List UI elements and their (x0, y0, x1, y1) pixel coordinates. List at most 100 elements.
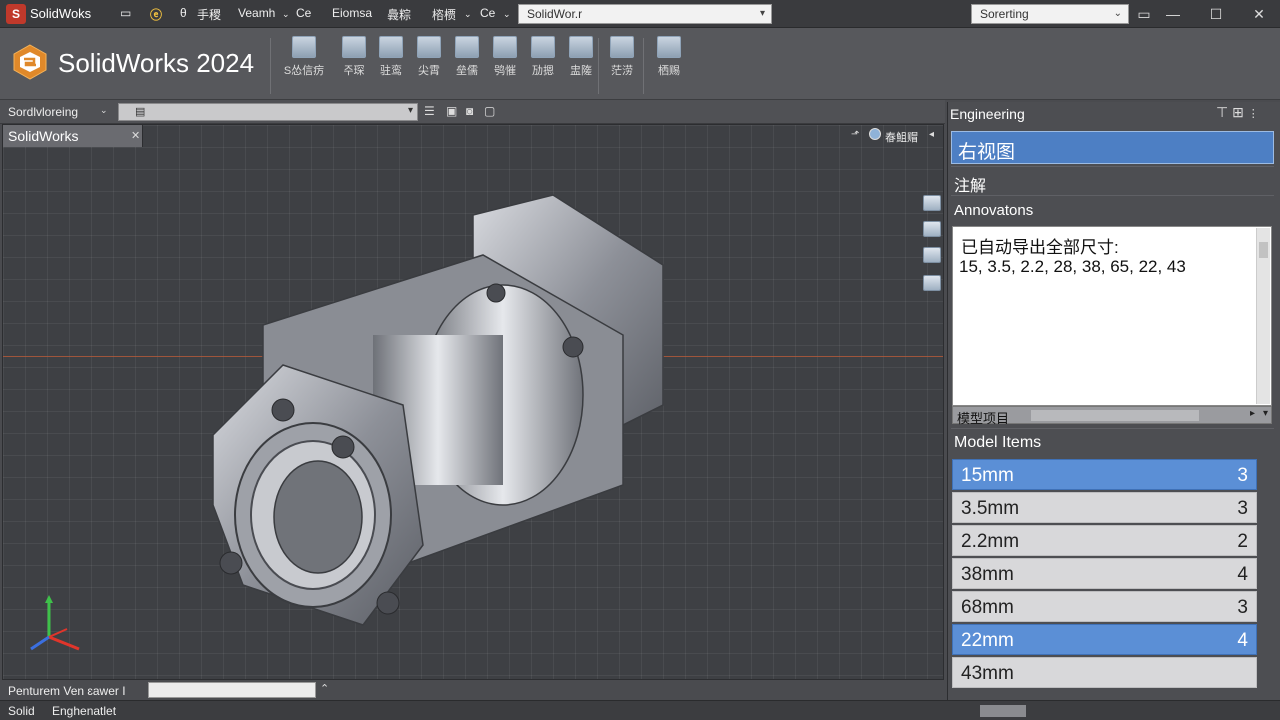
property-panel: Engineering ⊤ ⊞ ⋮ 右视图 注解 Annovatons 已自动导… (947, 102, 1280, 700)
ribbon-button-label: S怂信疠 (283, 65, 325, 77)
options-icon (657, 36, 681, 58)
chevron-down-icon[interactable]: ⌄ (464, 9, 472, 20)
3d-viewport[interactable]: SolidWorks ✕ ⬏ 㫪䱉赗 ◂ (2, 124, 944, 680)
house-icon[interactable] (923, 195, 941, 211)
ribbon-button-5[interactable]: 垒儒 (450, 36, 484, 84)
chevron-right-icon[interactable]: ▸ (1250, 408, 1255, 419)
dock-icon[interactable]: ⊤ (1216, 104, 1228, 120)
ribbon-button-3[interactable]: 驻鸾 (374, 36, 408, 84)
model-items-label-zh: 模型项目 (957, 411, 1010, 426)
panel-header-icons: ⊤ ⊞ ⋮ (1216, 104, 1259, 121)
secondary-toolbar-label: Sordlvloreing (8, 105, 79, 119)
grid-icon[interactable]: ⊞ (1232, 104, 1244, 120)
model-item-row[interactable]: 22mm 4 (952, 624, 1257, 655)
panel-title: Engineering (950, 106, 1025, 122)
model-item-row[interactable]: 38mm 4 (952, 558, 1257, 589)
close-icon[interactable]: ✕ (1250, 5, 1268, 23)
menu-item-3[interactable]: Veamh (238, 6, 275, 20)
frame-icon[interactable]: ▢ (484, 104, 495, 118)
model-item-row[interactable]: 43mm (952, 657, 1257, 688)
minimize-icon[interactable]: — (1164, 5, 1182, 23)
grid-view-icon[interactable] (923, 221, 941, 237)
model-item-row[interactable]: 3.5mm 3 (952, 492, 1257, 523)
display-style-icon[interactable] (923, 275, 941, 291)
menu-item-5[interactable]: Eiomsa (332, 6, 372, 20)
layer-icon (610, 36, 634, 58)
ribbon-button-1[interactable]: S怂信疠 (284, 36, 324, 84)
status-indicator (980, 705, 1026, 717)
selected-view[interactable]: 右视图 (951, 131, 1274, 164)
chevron-up-icon[interactable]: ⌃ (320, 682, 329, 695)
sketch-icon (342, 36, 366, 58)
chevron-down-icon[interactable]: ⌄ (100, 105, 108, 116)
chevron-down-icon[interactable]: ⌄ (282, 9, 290, 20)
ribbon-button-4[interactable]: 尖霄 (412, 36, 446, 84)
chevron-down-icon: ▾ (407, 105, 413, 116)
secondary-combo[interactable]: ▤ ▾ (118, 103, 418, 121)
ribbon-button-6[interactable]: 鸮慛 (488, 36, 522, 84)
app-name: SolidWoks (30, 6, 92, 21)
scrollbar-thumb[interactable] (1031, 410, 1199, 421)
scrollbar-thumb[interactable] (1259, 242, 1268, 258)
axis-triad-icon (30, 595, 80, 651)
ribbon-button-9[interactable]: 茫涝 (605, 36, 639, 84)
chevron-icon[interactable]: ◂ (929, 129, 934, 140)
vertical-scrollbar[interactable] (1256, 228, 1270, 404)
title-bar: S SolidWoks ▭ ⓔ θ 手稷 Veamh ⌄ Ce Eiomsa 䳗… (0, 0, 1280, 28)
window-icon[interactable]: ▭ (120, 6, 131, 20)
document-combo[interactable]: SolidWor.r ▾ (518, 4, 772, 24)
maximize-icon[interactable]: ☐ (1207, 5, 1225, 23)
view-orientation-icon[interactable] (869, 128, 881, 140)
chevron-down-icon[interactable]: ▾ (1263, 408, 1268, 419)
solidworks-logo-icon (13, 44, 47, 80)
chevron-down-icon: ▾ (759, 8, 765, 19)
globe-icon[interactable]: ⓔ (150, 6, 162, 23)
ribbon-button-10[interactable]: 栖赐 (652, 36, 686, 84)
cross-icon (569, 36, 593, 58)
menu-item-2[interactable]: 手稷 (197, 6, 221, 23)
menu-item-7[interactable]: 㮞槚 (432, 6, 456, 23)
ribbon-separator (270, 38, 271, 94)
more-icon[interactable]: ⋮ (1248, 108, 1259, 120)
export-textbox[interactable]: 已自动导出全部尺寸: 15, 3.5, 2.2, 28, 38, 65, 22,… (952, 226, 1272, 406)
menu-item-4[interactable]: Ce (296, 6, 311, 20)
grid-icon[interactable]: ☰ (424, 104, 435, 118)
pin-icon[interactable]: ⬏ (851, 129, 859, 140)
model-items-heading: Model Items (954, 434, 1042, 451)
horizontal-scrollbar[interactable]: 模型项目 ▸ ▾ (952, 406, 1272, 426)
close-icon[interactable]: ✕ (131, 129, 140, 142)
annotations-heading: Annovatons (954, 202, 1034, 219)
list-icon: ▤ (135, 106, 146, 118)
divider (951, 428, 1274, 429)
ribbon-button-2[interactable]: 주琛 (337, 36, 371, 84)
model-item-count: 4 (1237, 630, 1248, 651)
command-bar: Penturem Ven ɛawer I ⌃ (0, 680, 945, 700)
ribbon-button-7[interactable]: 劢摁 (526, 36, 560, 84)
menu-item-1[interactable]: θ (180, 6, 187, 20)
section-view-icon[interactable] (923, 247, 941, 263)
divider (951, 195, 1274, 196)
menu-item-8[interactable]: Ce (480, 6, 495, 20)
restore-window-icon[interactable]: ▭ (1135, 5, 1153, 23)
brand-title: SolidWorks 2024 (58, 48, 255, 78)
save-icon[interactable]: ▣ (446, 104, 457, 118)
chevron-down-icon[interactable]: ⌄ (503, 9, 511, 20)
model-item-row[interactable]: 68mm 3 (952, 591, 1257, 622)
export-line-1: 已自动导出全部尺寸: (961, 238, 1119, 257)
viewport-tab[interactable]: SolidWorks ✕ (3, 125, 143, 147)
model-item-row[interactable]: 2.2mm 2 (952, 525, 1257, 556)
sort-combo[interactable]: Sorerting ⌄ (971, 4, 1129, 24)
model-item-row[interactable]: 15mm 3 (952, 459, 1257, 490)
print-icon[interactable]: ◙ (466, 104, 473, 118)
3d-model-part[interactable] (203, 185, 683, 645)
chevron-down-icon: ⌄ (1113, 8, 1122, 19)
ribbon-button-8[interactable]: 盅隓 (564, 36, 598, 84)
command-input[interactable] (148, 682, 316, 698)
model-item-value: 68mm (961, 597, 1014, 618)
view-orientation-label: 㫪䱉赗 (885, 132, 918, 144)
dimension-icon (417, 36, 441, 58)
selected-view-label: 右视图 (958, 142, 1016, 163)
menu-item-6[interactable]: 䳗粽 (387, 6, 411, 23)
model-item-count: 3 (1237, 597, 1248, 618)
model-item-value: 43mm (961, 663, 1014, 684)
